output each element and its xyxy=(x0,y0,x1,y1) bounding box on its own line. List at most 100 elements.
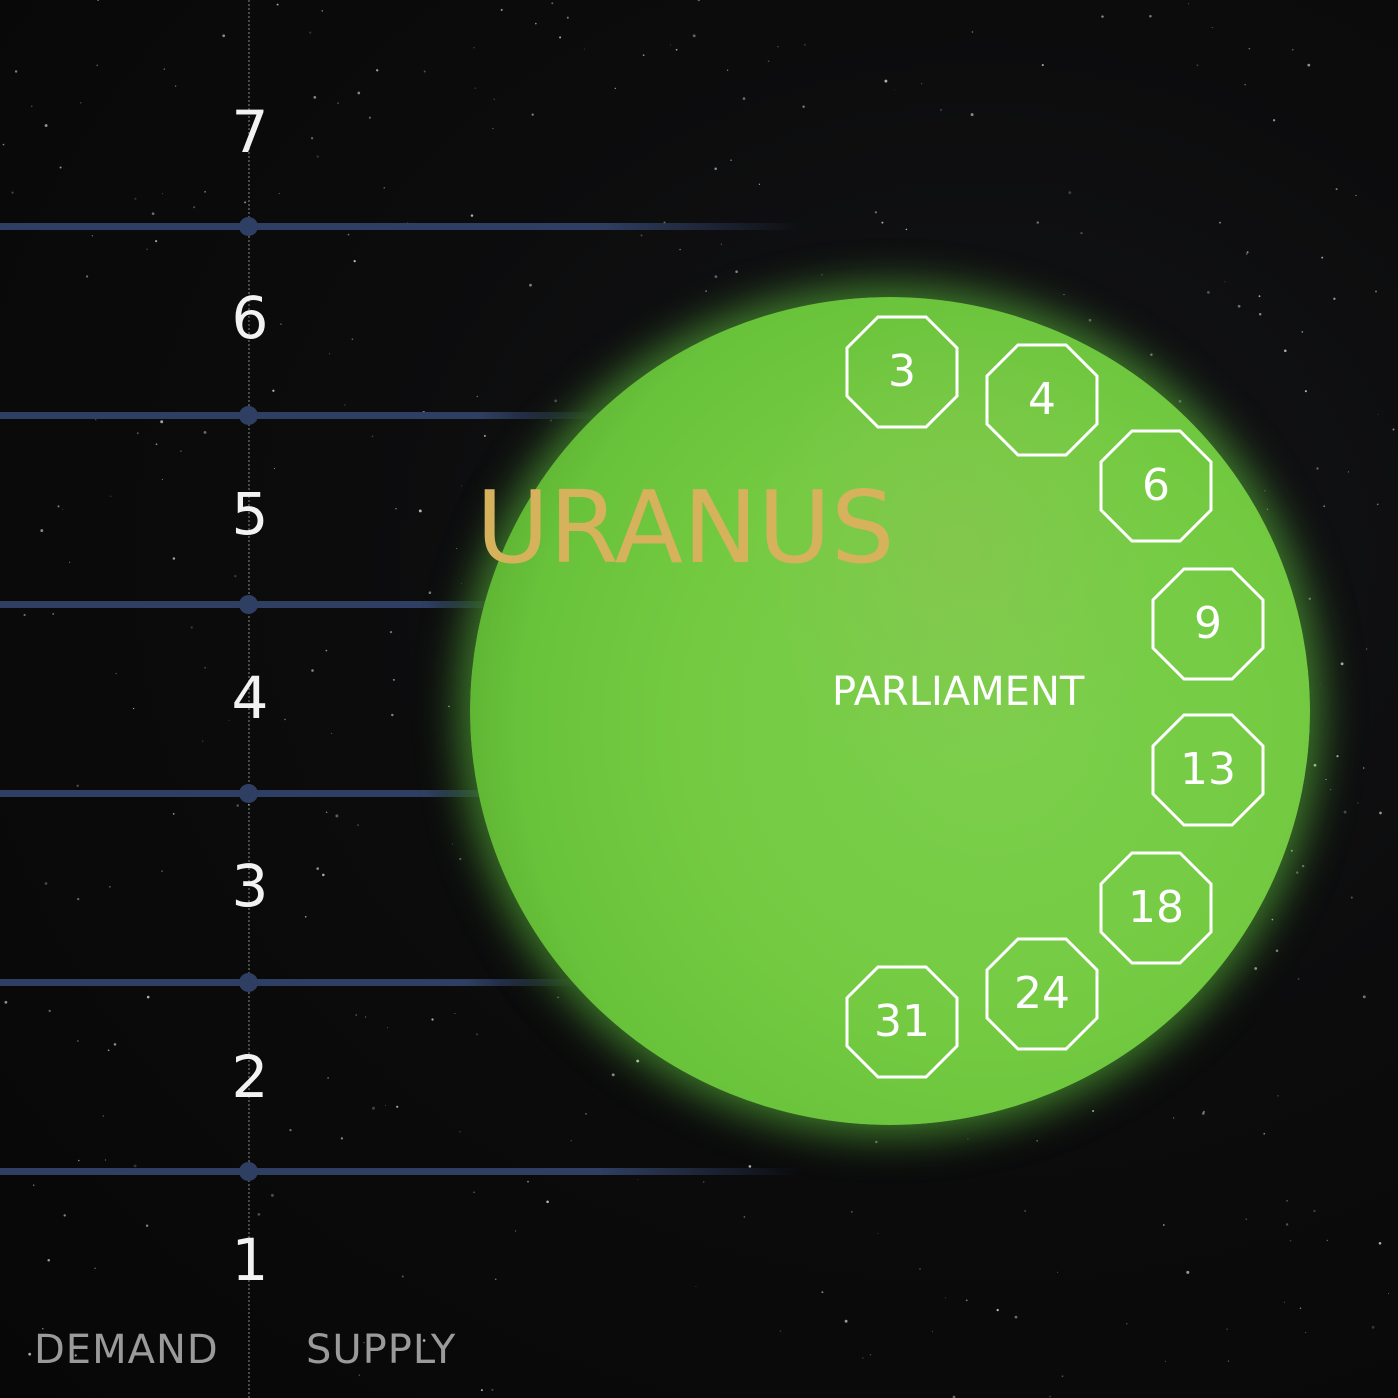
parliament-seat[interactable]: 4 xyxy=(984,342,1100,458)
star xyxy=(109,495,112,498)
level-3-label: 3 xyxy=(231,852,269,920)
star xyxy=(1284,1301,1285,1303)
star xyxy=(475,1033,479,1036)
star xyxy=(500,8,503,11)
star xyxy=(1304,390,1307,393)
star xyxy=(669,44,672,46)
star xyxy=(44,124,48,127)
star xyxy=(304,916,307,918)
star xyxy=(4,1000,8,1004)
star xyxy=(63,1214,66,1217)
star xyxy=(1321,256,1324,259)
star xyxy=(1362,767,1365,769)
star xyxy=(1285,1223,1289,1226)
star xyxy=(1362,995,1366,999)
star xyxy=(387,1027,389,1029)
level-1-label: 1 xyxy=(231,1226,269,1294)
star xyxy=(77,1040,79,1042)
star xyxy=(1355,194,1357,196)
star xyxy=(1307,63,1311,67)
star xyxy=(272,389,275,392)
star xyxy=(758,183,761,185)
star xyxy=(1376,503,1379,506)
star xyxy=(705,290,707,292)
star xyxy=(1335,188,1338,191)
star xyxy=(802,105,805,108)
star xyxy=(161,870,163,873)
star xyxy=(62,508,64,510)
star xyxy=(1162,1224,1165,1226)
star xyxy=(939,108,943,112)
star xyxy=(1258,295,1261,298)
parliament-seat[interactable]: 24 xyxy=(984,936,1100,1052)
seat-value: 13 xyxy=(1180,744,1236,795)
parliament-seat[interactable]: 9 xyxy=(1150,566,1266,682)
star xyxy=(492,127,494,129)
star xyxy=(869,1354,872,1356)
star xyxy=(767,60,770,63)
star xyxy=(155,240,158,243)
star xyxy=(104,1159,107,1161)
star xyxy=(918,1267,922,1271)
seat-value: 31 xyxy=(874,996,930,1047)
star xyxy=(393,679,395,681)
star xyxy=(1057,1271,1059,1273)
star xyxy=(970,113,974,117)
star xyxy=(325,649,328,652)
star xyxy=(470,214,474,217)
star xyxy=(679,248,681,251)
star xyxy=(40,529,44,533)
star xyxy=(372,1106,375,1110)
star xyxy=(337,102,339,104)
parliament-seat[interactable]: 6 xyxy=(1098,428,1214,544)
star xyxy=(311,669,314,672)
star xyxy=(1323,505,1326,508)
star xyxy=(1291,48,1294,51)
star xyxy=(102,1115,105,1117)
star xyxy=(493,98,495,100)
star xyxy=(1347,471,1350,473)
star xyxy=(222,34,226,38)
star xyxy=(1206,290,1210,294)
level-6-label: 6 xyxy=(231,284,269,352)
parliament-seat[interactable]: 13 xyxy=(1150,712,1266,828)
star xyxy=(162,193,164,195)
star xyxy=(1226,1328,1228,1330)
star xyxy=(1014,1315,1018,1319)
star xyxy=(1263,1133,1265,1135)
star xyxy=(357,824,359,827)
star xyxy=(172,813,175,815)
star xyxy=(310,137,314,140)
seat-value: 9 xyxy=(1194,598,1222,649)
star xyxy=(1172,1117,1175,1119)
star xyxy=(146,995,150,999)
star xyxy=(78,1159,80,1162)
star xyxy=(357,91,361,95)
parliament-seat[interactable]: 3 xyxy=(844,314,960,430)
star xyxy=(527,1180,529,1183)
parliament-seat[interactable]: 31 xyxy=(844,964,960,1080)
star xyxy=(1061,1375,1064,1378)
star xyxy=(637,1179,639,1181)
star xyxy=(996,1308,999,1312)
star xyxy=(1246,251,1249,254)
level-marker xyxy=(239,973,258,992)
parliament-label: PARLIAMENT xyxy=(832,669,1085,715)
star xyxy=(355,1014,358,1016)
star xyxy=(894,89,896,91)
parliament-seat[interactable]: 18 xyxy=(1098,850,1214,966)
star xyxy=(47,1258,50,1262)
star xyxy=(325,811,328,814)
star xyxy=(389,630,393,634)
star xyxy=(368,116,371,119)
level-divider xyxy=(0,217,800,236)
star xyxy=(1245,1218,1247,1220)
star xyxy=(358,1374,360,1376)
level-divider xyxy=(0,406,600,425)
star xyxy=(1101,15,1104,18)
star xyxy=(1316,467,1319,470)
star xyxy=(278,192,280,195)
star xyxy=(726,69,729,71)
star xyxy=(714,167,717,171)
star xyxy=(161,479,163,481)
